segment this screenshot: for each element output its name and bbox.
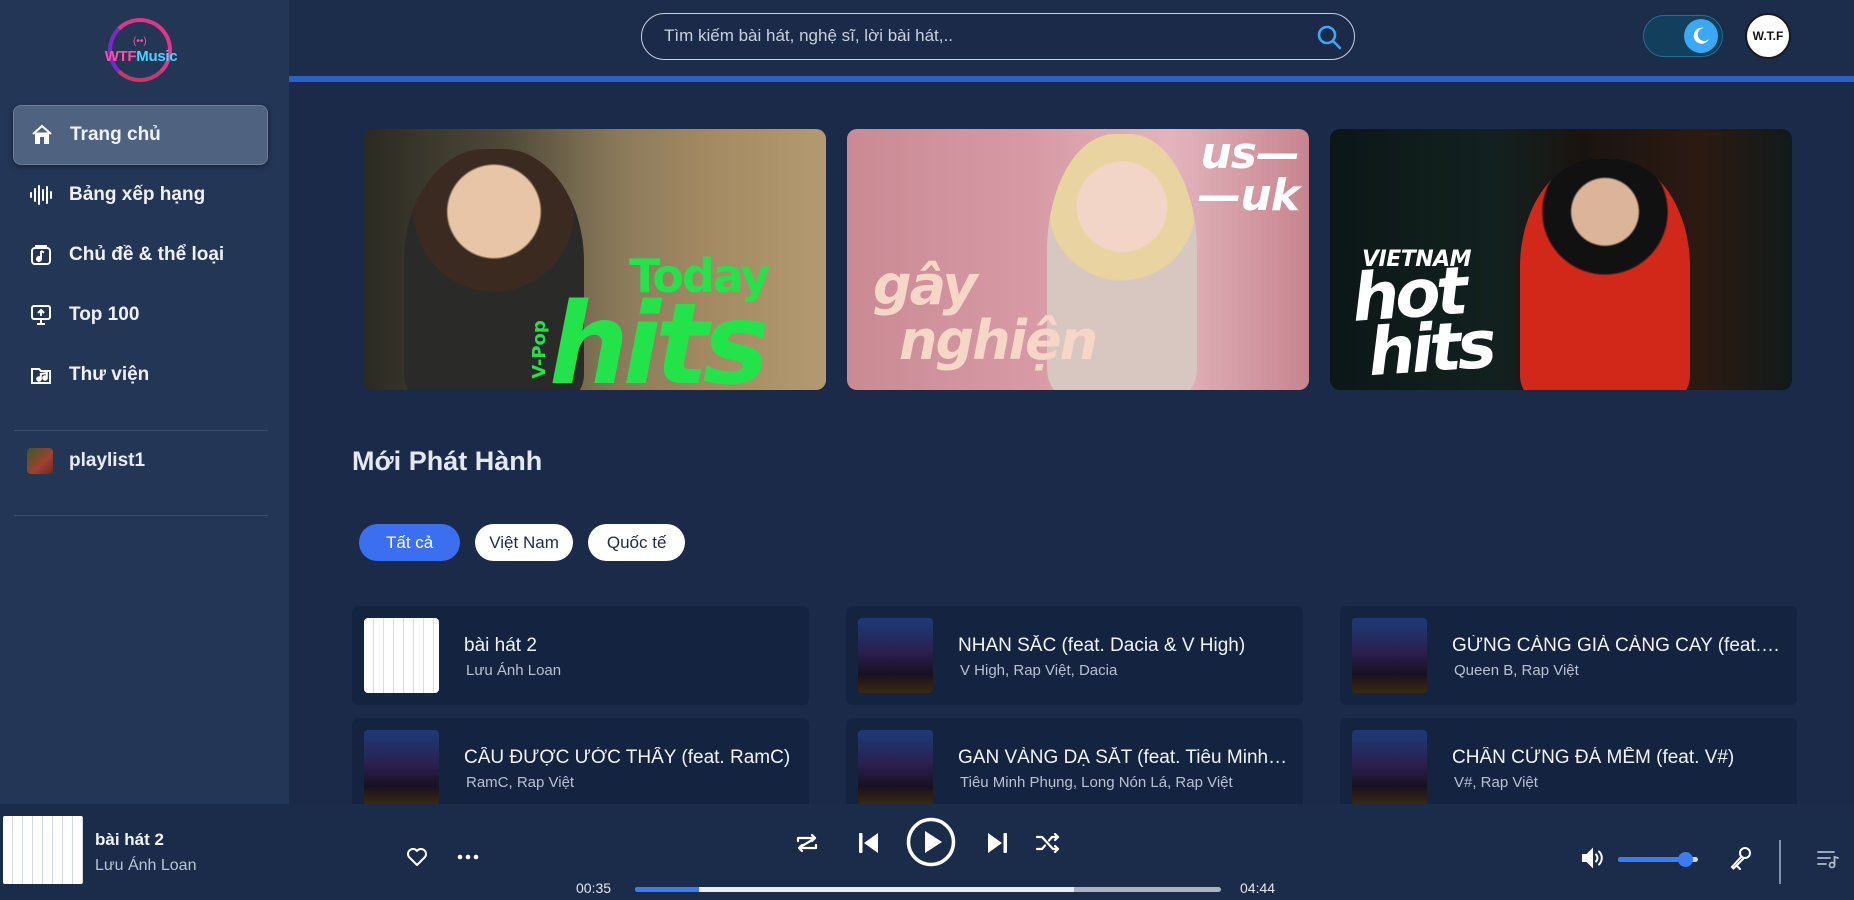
- song-thumbnail: [858, 618, 933, 693]
- sidebar-item-charts[interactable]: Bảng xếp hạng: [13, 165, 268, 225]
- total-time: 04:44: [1240, 880, 1276, 896]
- repeat-icon[interactable]: [794, 830, 820, 856]
- microphone-lyrics-icon[interactable]: [1728, 845, 1754, 871]
- banner-title-line2: nghiện: [899, 309, 1098, 372]
- banner-artist-image: [1520, 159, 1690, 390]
- playlist-thumbnail: [27, 448, 53, 474]
- search-icon[interactable]: [1316, 24, 1342, 50]
- waveform-icon: [29, 183, 53, 207]
- song-card[interactable]: bài hát 2 Lưu Ánh Loan: [352, 606, 809, 705]
- sidebar-item-label: Bảng xếp hạng: [69, 184, 206, 205]
- player-bar: bài hát 2 Lưu Ánh Loan 00:35 04:44: [0, 804, 1854, 900]
- song-thumbnail: [858, 730, 933, 804]
- heart-icon[interactable]: [405, 845, 429, 869]
- sidebar-divider: [14, 515, 268, 516]
- song-title: CẦU ĐƯỢC ƯỚC THẤY (feat. RamC): [464, 747, 791, 768]
- song-card[interactable]: CHÂN CỨNG ĐÁ MỀM (feat. V#) V#, Rap Việt: [1340, 718, 1797, 804]
- banner-title-line1: gây: [873, 254, 978, 317]
- sidebar-item-top100[interactable]: Top 100: [13, 285, 268, 345]
- queue-icon[interactable]: [1816, 848, 1840, 870]
- filter-vietnam-chip[interactable]: Việt Nam: [475, 524, 573, 561]
- sidebar-divider: [14, 430, 268, 431]
- banner-vpop-label: V-Pop: [528, 320, 550, 379]
- song-card[interactable]: GỪNG CÀNG GIÀ CÀNG CAY (feat. ... Queen …: [1340, 606, 1797, 705]
- more-options-icon[interactable]: [455, 845, 481, 869]
- now-playing-artist: Lưu Ánh Loan: [95, 857, 197, 874]
- song-thumbnail: [1352, 618, 1427, 693]
- song-artist: Queen B, Rap Việt: [1454, 662, 1579, 679]
- filter-chips: Tất cả Việt Nam Quốc tế: [359, 524, 686, 561]
- sidebar-item-label: Chủ đề & thể loại: [69, 244, 225, 265]
- music-note-box-icon: [29, 243, 53, 267]
- song-thumbnail: [364, 730, 439, 804]
- song-artist: RamC, Rap Việt: [466, 774, 575, 791]
- play-button[interactable]: [906, 817, 956, 867]
- playlist-label: playlist1: [69, 450, 146, 471]
- search-bar: [641, 13, 1355, 60]
- song-artist: V High, Rap Việt, Dacia: [960, 662, 1118, 679]
- banner-hits-label: hits: [549, 280, 769, 390]
- next-icon[interactable]: [985, 830, 1009, 856]
- headphones-icon: (••): [133, 36, 147, 47]
- filter-international-chip[interactable]: Quốc tế: [587, 524, 686, 561]
- sidebar-item-home[interactable]: Trang chủ: [13, 105, 268, 165]
- sidebar-item-label: Thư viện: [69, 364, 150, 385]
- sidebar-item-library[interactable]: Thư viện: [13, 345, 268, 405]
- theme-toggle[interactable]: [1643, 15, 1723, 57]
- music-folder-icon: [29, 363, 53, 387]
- song-card[interactable]: CẦU ĐƯỢC ƯỚC THẤY (feat. RamC) RamC, Rap…: [352, 718, 809, 804]
- podium-icon: [29, 303, 53, 327]
- search-input[interactable]: [664, 14, 1304, 58]
- current-time: 00:35: [576, 880, 612, 896]
- home-icon: [30, 123, 54, 147]
- song-title: CHÂN CỨNG ĐÁ MỀM (feat. V#): [1452, 747, 1735, 768]
- sidebar-nav: Trang chủ Bảng xếp hạng Chủ đề & thể loạ…: [13, 105, 268, 405]
- app-logo[interactable]: (••) WTFMusic: [96, 14, 186, 88]
- progress-bar[interactable]: [635, 887, 1221, 892]
- volume-fill: [1618, 857, 1682, 862]
- player-separator: [1779, 840, 1781, 884]
- volume-handle[interactable]: [1678, 852, 1693, 867]
- song-title: bài hát 2: [464, 635, 537, 656]
- sidebar-item-genres[interactable]: Chủ đề & thể loại: [13, 225, 268, 285]
- logo-text: WTFMusic: [104, 48, 178, 65]
- song-grid: bài hát 2 Lưu Ánh Loan NHAN SẮC (feat. D…: [352, 606, 1799, 804]
- song-artist: Tiêu Minh Phụng, Long Nón Lá, Rap Việt: [960, 774, 1233, 791]
- progress-buffered: [699, 887, 1075, 892]
- toggle-knob: [1684, 19, 1718, 53]
- sidebar-item-label: Trang chủ: [70, 124, 161, 145]
- sidebar: (••) WTFMusic Trang chủ Bảng xếp hạng Ch…: [0, 0, 289, 804]
- song-thumbnail: [364, 618, 439, 693]
- moon-icon: [1693, 27, 1709, 44]
- song-card[interactable]: NHAN SẮC (feat. Dacia & V High) V High, …: [846, 606, 1303, 705]
- song-artist: V#, Rap Việt: [1454, 774, 1538, 791]
- user-avatar[interactable]: W.T.F: [1745, 13, 1791, 59]
- song-card[interactable]: GAN VÀNG DẠ SẮT (feat. Tiêu Minh Phụng) …: [846, 718, 1303, 804]
- song-title: GAN VÀNG DẠ SẮT (feat. Tiêu Minh Phụng): [958, 747, 1288, 768]
- sidebar-playlist-item[interactable]: playlist1: [27, 448, 145, 474]
- banner-usuk-gay-nghien[interactable]: us— —uk gây nghiện: [847, 129, 1309, 390]
- song-thumbnail: [1352, 730, 1427, 804]
- banner-usuk-label: us— —uk: [1197, 129, 1300, 221]
- shuffle-icon[interactable]: [1035, 831, 1061, 855]
- now-playing-title: bài hát 2: [95, 830, 164, 849]
- previous-icon[interactable]: [857, 830, 881, 856]
- filter-all-chip[interactable]: Tất cả: [359, 524, 461, 561]
- sidebar-item-label: Top 100: [69, 304, 140, 325]
- song-artist: Lưu Ánh Loan: [466, 662, 562, 679]
- volume-slider[interactable]: [1618, 852, 1698, 867]
- banner-hits-label: hits: [1365, 305, 1495, 390]
- section-title: Mới Phát Hành: [352, 446, 543, 476]
- banner-vpop-today-hits[interactable]: V-Pop Today hits: [364, 129, 826, 390]
- progress-fill: [635, 887, 700, 892]
- volume-icon[interactable]: [1580, 846, 1604, 870]
- banner-vietnam-hot-hits[interactable]: VIETNAM hot hits: [1330, 129, 1792, 390]
- song-title: GỪNG CÀNG GIÀ CÀNG CAY (feat. ...: [1452, 635, 1782, 656]
- song-title: NHAN SẮC (feat. Dacia & V High): [958, 635, 1246, 656]
- now-playing-thumbnail: [3, 816, 83, 884]
- top-header: W.T.F: [289, 0, 1854, 82]
